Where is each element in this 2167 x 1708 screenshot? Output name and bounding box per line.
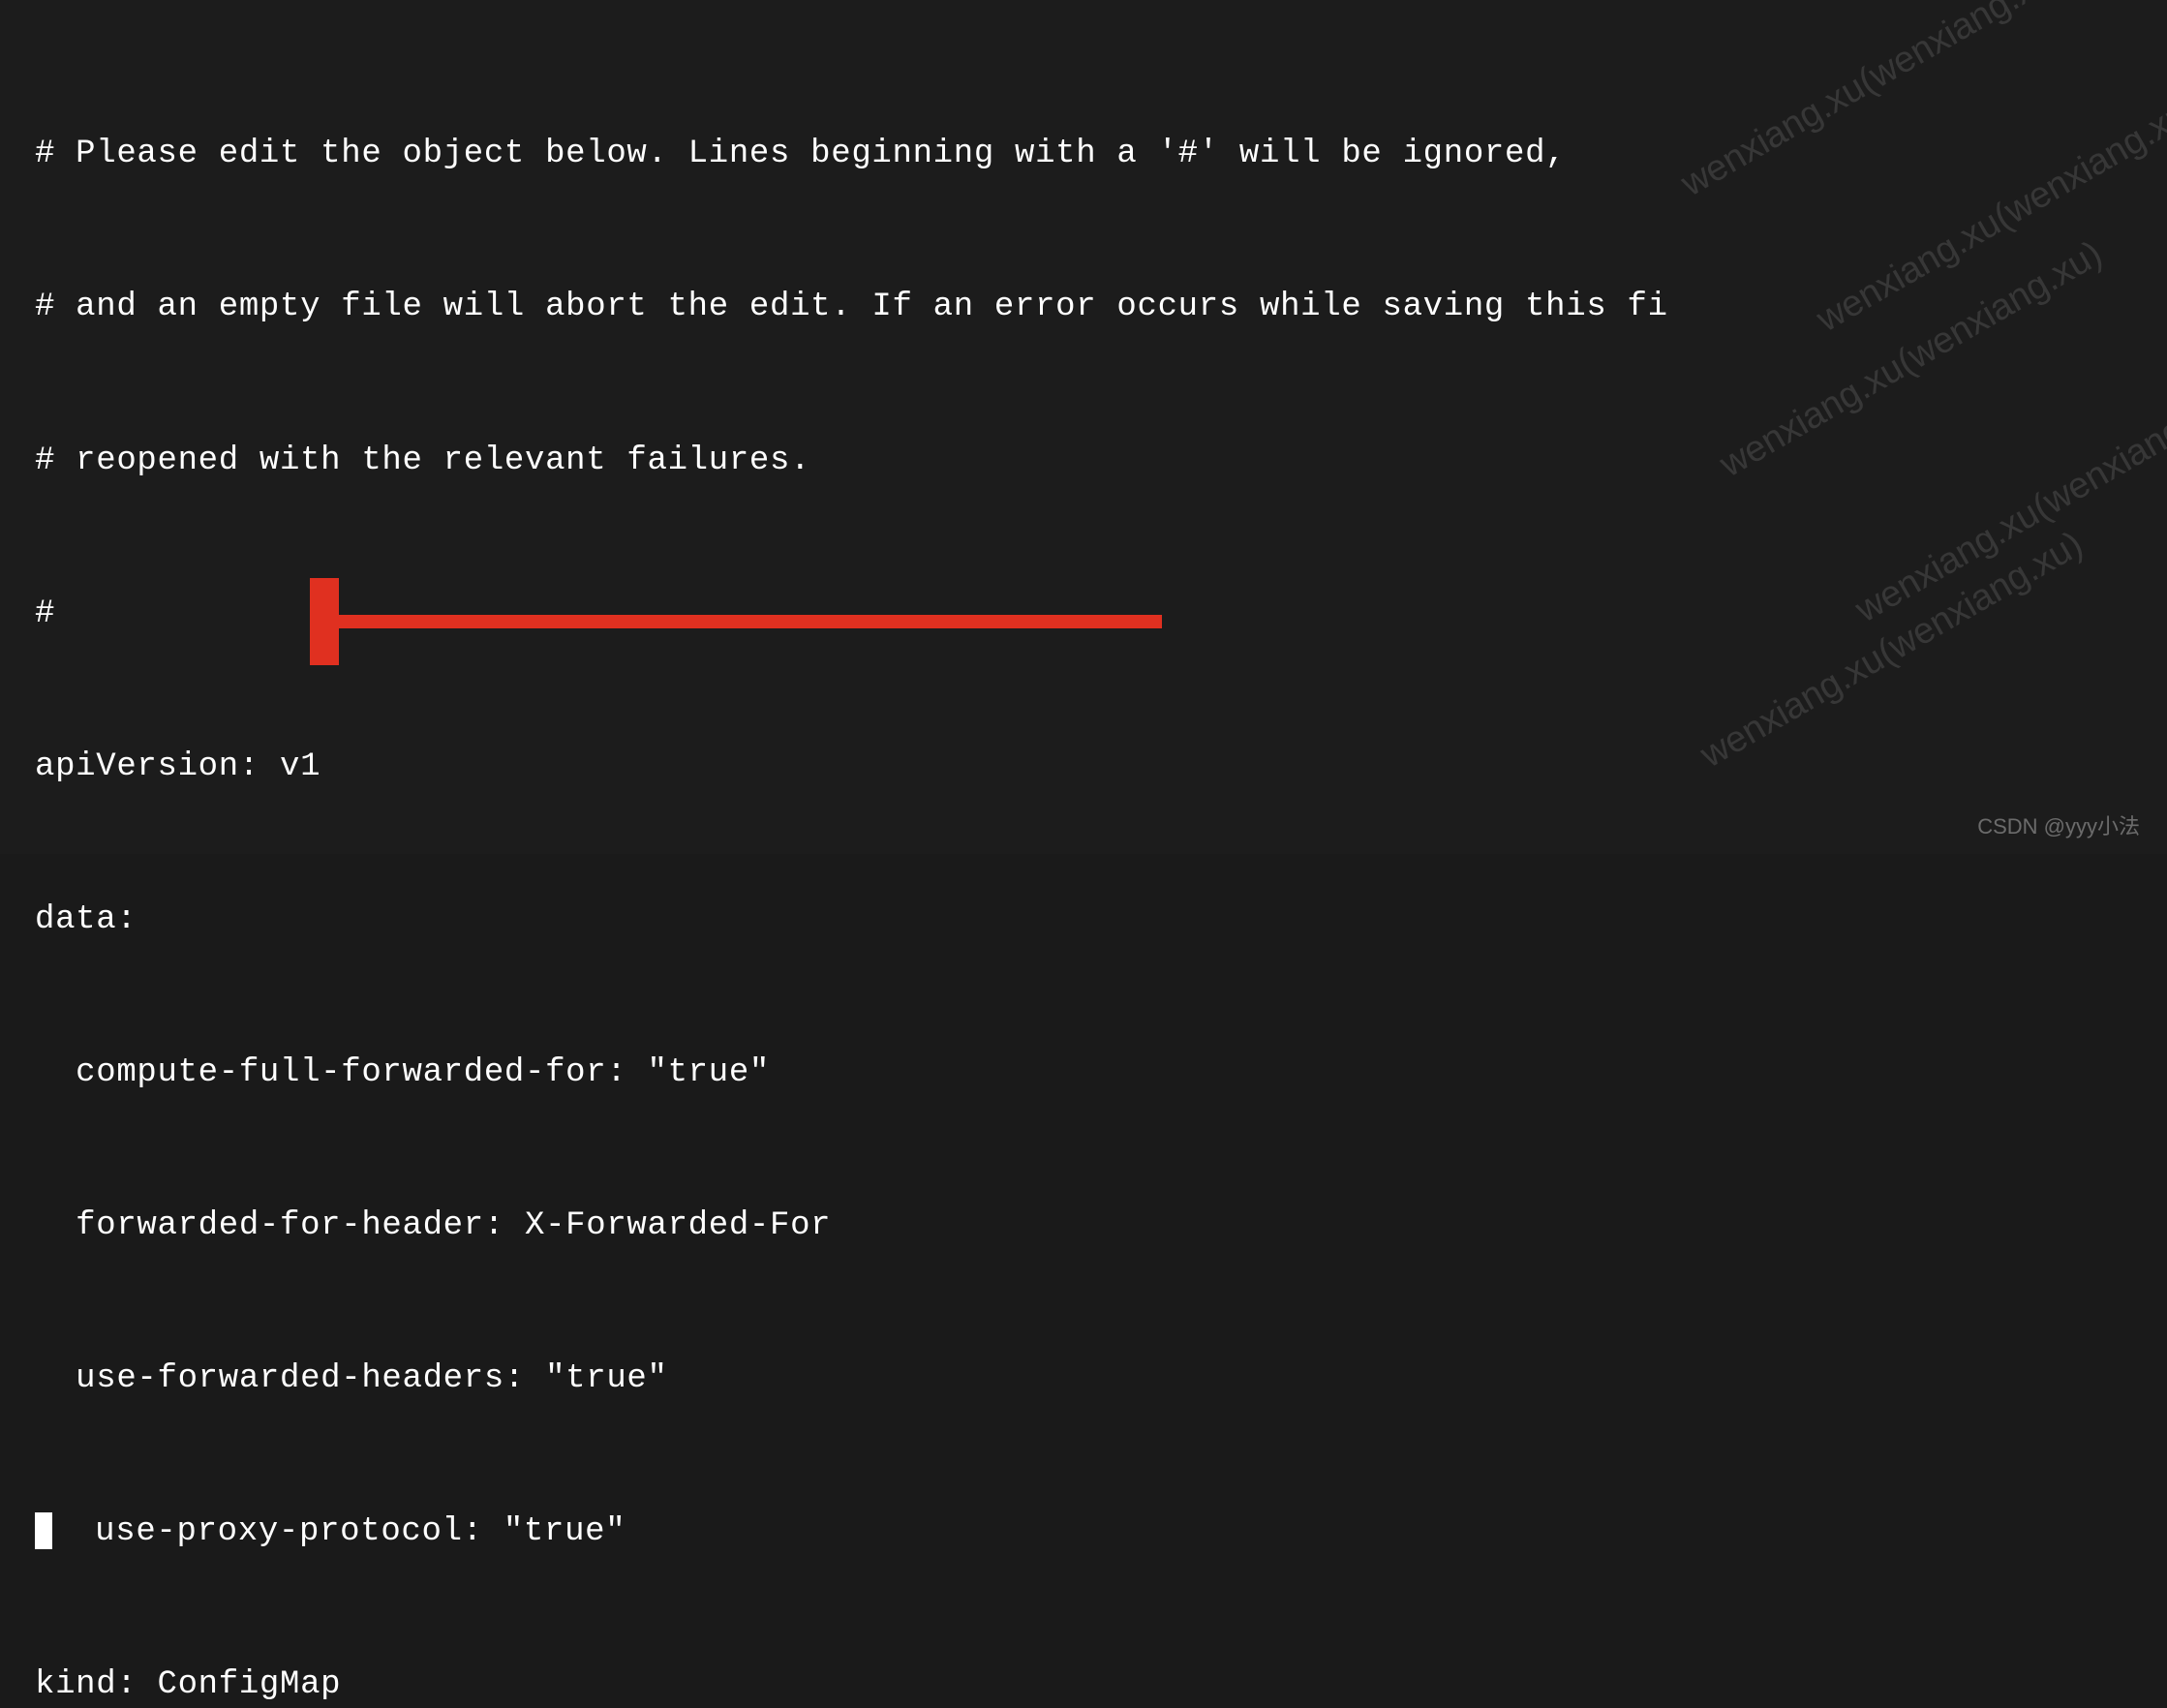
code-line-9: use-forwarded-headers: "true" [35,1354,2132,1405]
code-line-8: forwarded-for-header: X-Forwarded-For [35,1201,2132,1252]
code-line-6: data: [35,895,2132,946]
code-content: # Please edit the object below. Lines be… [35,27,2132,1708]
code-line-11: kind: ConfigMap [35,1660,2132,1708]
code-line-10: use-proxy-protocol: "true" [35,1507,2132,1558]
csdn-attribution: CSDN @yyy小法 [1977,809,2140,840]
code-line-1: # Please edit the object below. Lines be… [35,129,2132,180]
code-line-5: apiVersion: v1 [35,742,2132,793]
terminal-window: # Please edit the object below. Lines be… [0,0,2167,854]
code-line-3: # reopened with the relevant failures. [35,436,2132,487]
code-line-4: # [35,589,2132,640]
text-cursor [35,1512,52,1549]
code-line-2: # and an empty file will abort the edit.… [35,282,2132,333]
code-line-7: compute-full-forwarded-for: "true" [35,1048,2132,1099]
